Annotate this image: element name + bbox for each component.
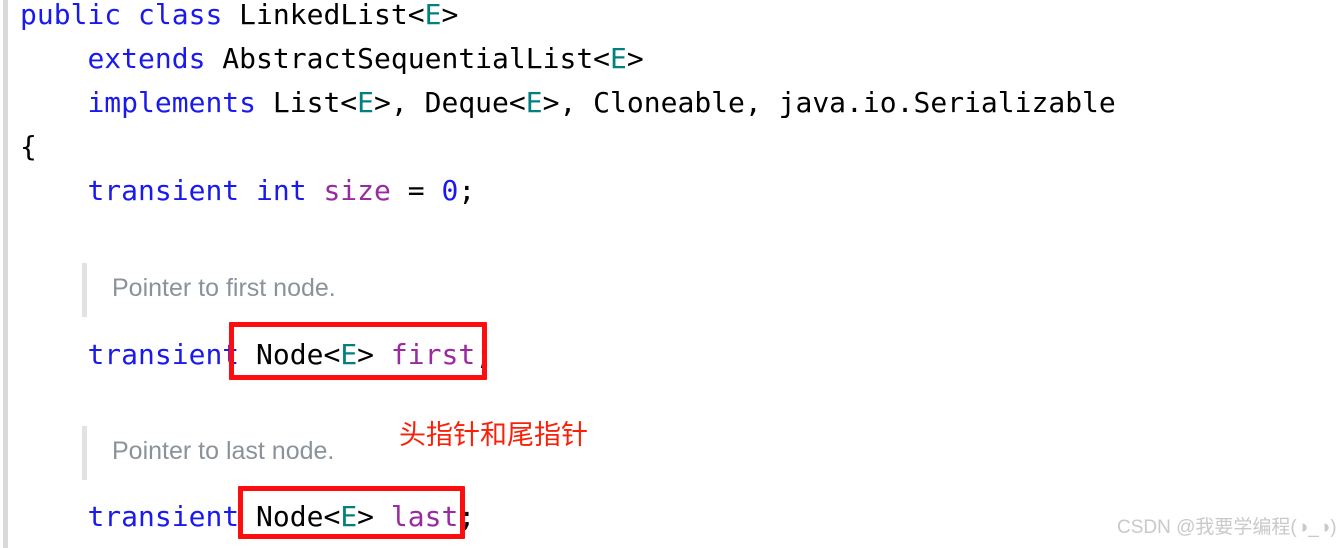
code-token: LinkedList<: [222, 0, 425, 31]
code-token: 0: [441, 174, 459, 207]
doc-comment-first-node-text: Pointer to first node.: [112, 274, 336, 302]
code-token: >, Deque<: [374, 86, 526, 119]
highlight-box-first-field: [229, 322, 487, 380]
csdn-watermark: CSDN @我要学编程(◑_◑): [1117, 517, 1337, 538]
code-token: public: [20, 0, 122, 31]
code-token: E: [610, 42, 627, 75]
code-token: E: [424, 0, 442, 31]
code-line-size-field: transient int size = 0;: [20, 174, 475, 208]
code-token: transient: [87, 174, 240, 207]
code-token: transient: [87, 338, 240, 371]
doc-comment-accent-bar: [82, 263, 87, 317]
highlight-box-last-field: [238, 486, 465, 539]
code-line-open-brace: {: [20, 130, 37, 164]
code-token: >: [441, 0, 459, 31]
code-token: >: [626, 42, 644, 75]
chinese-annotation-label: 头指针和尾指针: [399, 420, 588, 451]
code-token: extends: [87, 42, 206, 75]
code-line-extends: extends AbstractSequentialList<E>: [20, 42, 644, 76]
code-token: class: [138, 0, 223, 31]
code-token: int: [256, 174, 307, 207]
code-token: size: [323, 174, 391, 207]
code-line-class-declaration: public class LinkedList<E>: [20, 0, 458, 32]
code-token: AbstractSequentialList<: [205, 42, 611, 75]
doc-comment-accent-bar: [82, 426, 87, 480]
code-token: List<: [256, 86, 358, 119]
code-token: >, Cloneable, java.io.Serializable: [542, 86, 1116, 119]
code-token: implements: [87, 86, 257, 119]
code-token: E: [525, 86, 543, 119]
code-token: ;: [458, 174, 476, 207]
code-token: =: [390, 174, 442, 207]
code-token: E: [357, 86, 375, 119]
code-token: transient: [87, 500, 240, 533]
code-editor-surface[interactable]: public class LinkedList<E> extends Abstr…: [0, 0, 1338, 548]
doc-comment-last-node-text: Pointer to last node.: [112, 437, 335, 465]
doc-comment-first-node: Pointer to first node.: [82, 263, 482, 317]
code-token: {: [20, 130, 37, 163]
code-line-implements: implements List<E>, Deque<E>, Cloneable,…: [20, 86, 1116, 120]
